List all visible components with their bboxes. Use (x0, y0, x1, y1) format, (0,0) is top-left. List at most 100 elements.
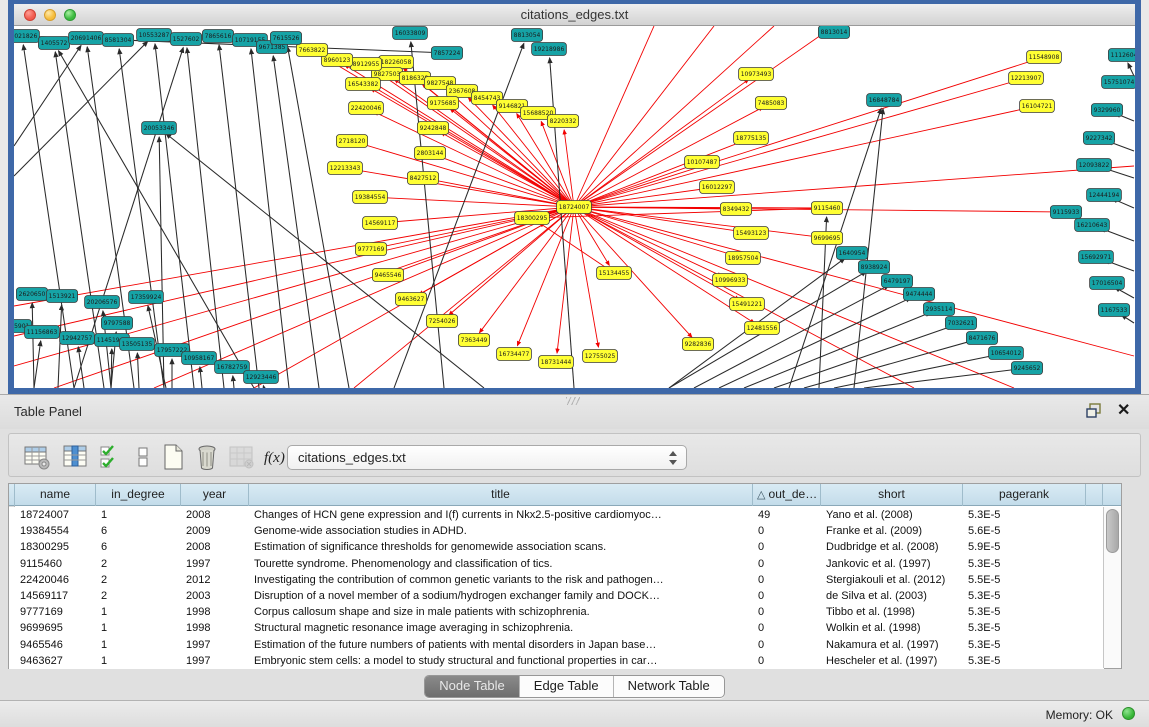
graph-node[interactable]: 18775135 (734, 132, 769, 145)
graph-node[interactable]: 1405572 (38, 37, 69, 50)
graph-node[interactable]: 8427512 (407, 172, 438, 185)
graph-node[interactable]: 10973493 (739, 68, 774, 81)
graph-node[interactable]: 11548908 (1027, 51, 1062, 64)
graph-node[interactable]: 12923446 (244, 371, 279, 384)
graph-node[interactable]: 8938924 (858, 261, 889, 274)
graph-node[interactable]: 20691406 (69, 32, 104, 45)
select-all-check-icon[interactable] (97, 443, 125, 471)
column-header-year[interactable]: year (181, 484, 249, 506)
graph-node[interactable]: 10553287 (137, 29, 172, 42)
graph-node[interactable]: 12213343 (328, 162, 363, 175)
graph-node[interactable]: 8220332 (547, 115, 578, 128)
graph-node[interactable]: 8813014 (818, 26, 849, 39)
graph-node[interactable]: 10107487 (685, 156, 720, 169)
graph-node[interactable]: 9465546 (372, 269, 403, 282)
graph-node[interactable]: 18724007 (557, 201, 592, 214)
graph-node[interactable]: 9242848 (417, 122, 448, 135)
table-row[interactable]: 946554611997Estimation of the future num… (9, 637, 1104, 653)
graph-node[interactable]: 12481556 (745, 322, 780, 335)
table-row[interactable]: 969969511998Structural magnetic resonanc… (9, 620, 1104, 636)
graph-node[interactable]: 1527602 (170, 33, 201, 46)
graph-node[interactable]: 7857224 (431, 47, 462, 60)
column-header-title[interactable]: title (249, 484, 753, 506)
graph-node[interactable]: 7032621 (945, 317, 976, 330)
graph-node[interactable]: 17359924 (129, 291, 164, 304)
table-row[interactable]: 1456911722003Disruption of a novel membe… (9, 588, 1104, 604)
graph-node[interactable]: 8471676 (966, 332, 997, 345)
tab-node-table[interactable]: Node Table (425, 676, 520, 697)
graph-node[interactable]: 9115460 (811, 202, 842, 215)
graph-node[interactable]: 19218986 (532, 43, 567, 56)
graph-node[interactable]: 16734477 (497, 348, 532, 361)
graph-node[interactable]: 15491221 (730, 298, 765, 311)
graph-node[interactable]: 10958167 (182, 352, 217, 365)
graph-node[interactable]: 16033809 (393, 27, 428, 40)
graph-node[interactable]: 9329960 (1091, 104, 1122, 117)
graph-node[interactable]: 9245652 (1011, 362, 1042, 375)
graph-node[interactable]: 2718120 (336, 135, 367, 148)
table-settings-icon[interactable] (23, 443, 51, 471)
graph-node[interactable]: 16210643 (1075, 219, 1110, 232)
column-header-short[interactable]: short (821, 484, 963, 506)
delete-table-icon[interactable] (227, 443, 255, 471)
graph-node[interactable]: 10654012 (989, 347, 1024, 360)
graph-node[interactable]: 23021826 (14, 30, 39, 43)
table-row[interactable]: 2242004622012Investigating the contribut… (9, 572, 1104, 588)
graph-node[interactable]: 11156863 (25, 326, 60, 339)
graph-node[interactable]: 7663822 (296, 44, 327, 57)
tab-edge-table[interactable]: Edge Table (520, 676, 614, 697)
graph-node[interactable]: 15692971 (1079, 251, 1114, 264)
table-selector-dropdown[interactable]: citations_edges.txt (287, 445, 687, 470)
network-window[interactable]: citations_edges.txt 18724007183002951822… (8, 0, 1141, 394)
graph-node[interactable]: 1112604 (1108, 49, 1135, 62)
graph-node[interactable]: 7363449 (458, 334, 489, 347)
tab-network-table[interactable]: Network Table (614, 676, 724, 697)
graph-node[interactable]: 9175685 (427, 97, 458, 110)
graph-node[interactable]: 22420046 (349, 102, 384, 115)
graph-node[interactable]: 12444194 (1087, 189, 1122, 202)
graph-node[interactable]: 15134455 (597, 267, 632, 280)
graph-node[interactable]: 12093822 (1077, 159, 1112, 172)
graph-node[interactable]: 18731444 (539, 356, 574, 369)
graph-node[interactable]: 8813054 (511, 29, 542, 42)
table-row[interactable]: 1830029562008Estimation of significance … (9, 539, 1104, 555)
table-row[interactable]: 1938455462009Genome-wide association stu… (9, 523, 1104, 539)
scrollbar-thumb[interactable] (1106, 509, 1119, 553)
column-header-pagerank[interactable]: pagerank (963, 484, 1086, 506)
graph-node[interactable]: 1640954 (836, 247, 867, 260)
graph-node[interactable]: 15751074 (1102, 76, 1135, 89)
graph-node[interactable]: 9282836 (682, 338, 713, 351)
graph-node[interactable]: 17016504 (1090, 277, 1125, 290)
new-file-icon[interactable] (159, 443, 187, 471)
graph-node[interactable]: 15493123 (734, 227, 769, 240)
graph-node[interactable]: 19384554 (353, 191, 388, 204)
column-header-in_degree[interactable]: in_degree (96, 484, 181, 506)
graph-node[interactable]: 20206576 (85, 296, 120, 309)
delete-rows-trash-icon[interactable] (193, 443, 221, 471)
window-titlebar[interactable]: citations_edges.txt (14, 4, 1135, 26)
graph-node[interactable]: 6479197 (881, 275, 912, 288)
column-header-name[interactable]: name (15, 484, 96, 506)
graph-node[interactable]: 7865616 (202, 30, 233, 43)
graph-node[interactable]: 18226058 (379, 56, 414, 69)
graph-node[interactable]: 9474444 (903, 288, 934, 301)
table-row[interactable]: 977716911998Corpus callosum shape and si… (9, 604, 1104, 620)
graph-node[interactable]: 7485083 (755, 97, 786, 110)
graph-node[interactable]: 8581304 (102, 34, 133, 47)
panel-resize-grip[interactable] (566, 397, 580, 405)
graph-node[interactable]: 18957504 (726, 252, 761, 265)
column-header-out_de…[interactable]: △ out_de… (753, 484, 821, 506)
graph-node[interactable]: 10996933 (713, 274, 748, 287)
graph-node[interactable]: 2803144 (414, 147, 445, 160)
graph-node[interactable]: 7615526 (270, 32, 301, 45)
graph-node[interactable]: 14569117 (363, 217, 398, 230)
graph-node[interactable]: 12755025 (583, 350, 618, 363)
graph-node[interactable]: 8912955 (350, 58, 381, 71)
table-row[interactable]: 911546021997Tourette syndrome. Phenomeno… (9, 556, 1104, 572)
graph-node[interactable]: 9227342 (1083, 132, 1114, 145)
graph-node[interactable]: 2620650 (16, 288, 47, 301)
graph-node[interactable]: 7254026 (426, 315, 457, 328)
table-row[interactable]: 946362711997Embryonic stem cells: a mode… (9, 653, 1104, 669)
select-column-icon[interactable] (61, 443, 89, 471)
graph-node[interactable]: 1167533 (1098, 304, 1129, 317)
